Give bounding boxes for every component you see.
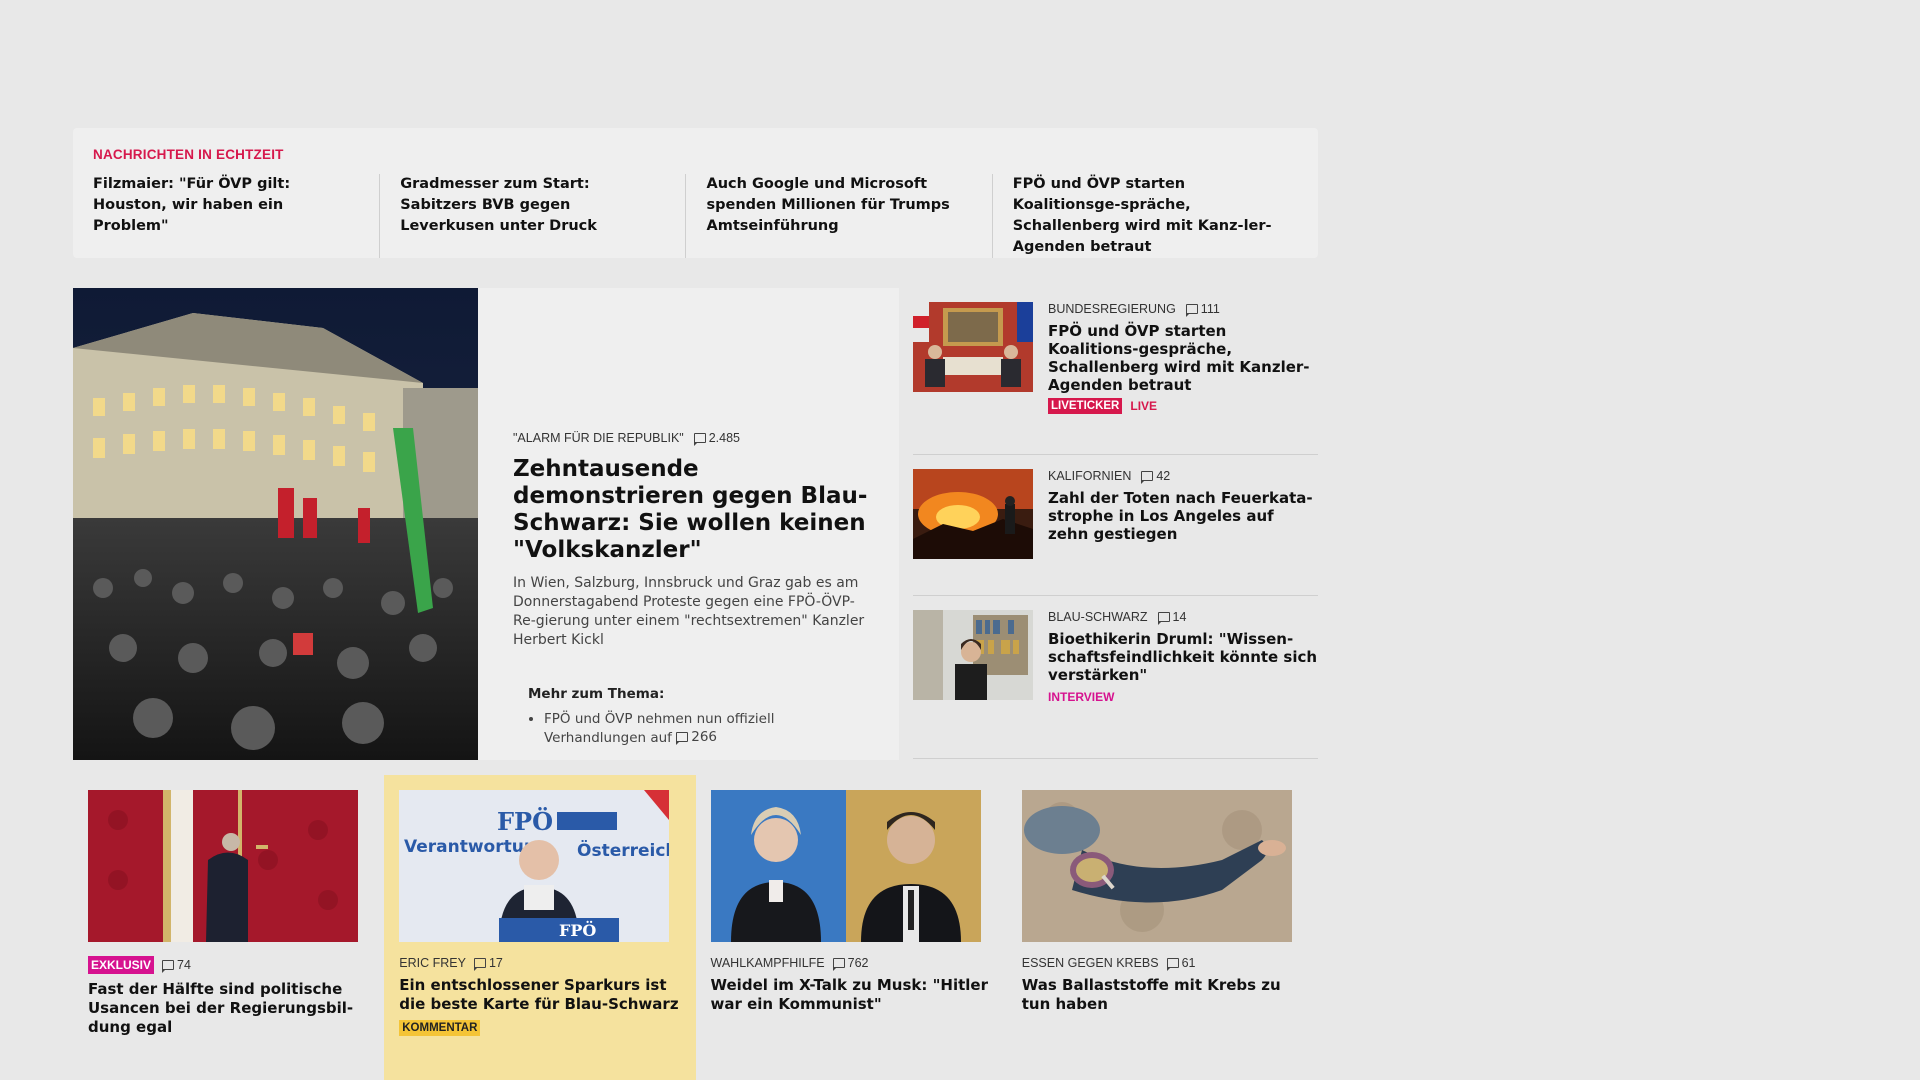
image-text: Österreich	[577, 839, 669, 861]
teaser-kicker: ESSEN GEGEN KREBS	[1021, 956, 1159, 970]
side-story[interactable]: BLAU-SCHWARZ 14 Bioethikerin Druml: "Wis…	[913, 596, 1318, 759]
liveticker-badge: LIVETICKER	[1048, 398, 1123, 414]
realtime-news-ticker: NACHRICHTEN IN ECHTZEIT Filzmaier: "Für …	[73, 128, 1318, 258]
comment-count[interactable]: 42	[1141, 469, 1171, 484]
lead-story-teaser: In Wien, Salzburg, Innsbruck und Graz ga…	[513, 575, 865, 648]
teaser-meta: ERIC FREY 17	[399, 956, 680, 971]
side-story-thumbnail[interactable]	[913, 469, 1033, 559]
side-story-meta: BUNDESREGIERUNG 111	[1048, 302, 1318, 317]
ticker-item[interactable]: FPÖ und ÖVP starten Koalitionsge-spräche…	[991, 174, 1298, 258]
side-stories: BUNDESREGIERUNG 111 FPÖ und ÖVP starten …	[913, 288, 1318, 759]
teaser-image[interactable]: FPÖ Verantwortung Österreich FPÖ	[399, 790, 670, 942]
comment-icon	[676, 732, 689, 745]
comment-icon	[473, 958, 486, 971]
live-badges: LIVETICKER LIVE	[1048, 398, 1318, 414]
comment-count-value: 266	[691, 729, 718, 745]
comment-icon	[693, 433, 706, 446]
teaser-image[interactable]	[710, 790, 981, 942]
side-story-kicker: KALIFORNIEN	[1048, 469, 1132, 483]
side-story-meta: KALIFORNIEN 42	[1048, 469, 1318, 484]
side-story-meta: BLAU-SCHWARZ 14	[1048, 610, 1318, 625]
comment-count-value: 17	[488, 956, 503, 970]
side-story-title[interactable]: Zahl der Toten nach Feuerkata-strophe in…	[1048, 489, 1318, 543]
page: NACHRICHTEN IN ECHTZEIT Filzmaier: "Für …	[0, 0, 1920, 1080]
ticker-list: Filzmaier: "Für ÖVP gilt: Houston, wir h…	[93, 174, 1298, 258]
side-story-kicker: BLAU-SCHWARZ	[1048, 610, 1148, 624]
teaser-title[interactable]: Ein entschlossener Sparkurs ist die best…	[399, 976, 680, 1014]
image-text: FPÖ	[497, 807, 553, 836]
teaser-image[interactable]	[88, 790, 358, 942]
comment-count-value: 14	[1172, 610, 1187, 624]
comment-count-value: 762	[847, 956, 869, 970]
live-label: LIVE	[1130, 399, 1158, 413]
comment-count-value: 111	[1200, 302, 1220, 316]
commentary-badge: KOMMENTAR	[399, 1020, 481, 1036]
side-story-title[interactable]: Bioethikerin Druml: "Wissen-schaftsfeind…	[1048, 630, 1318, 684]
teaser-title[interactable]: Was Ballaststoffe mit Krebs zu tun haben	[1022, 976, 1303, 1014]
related-topic-item[interactable]: FPÖ und ÖVP nehmen nun offiziell Verhand…	[544, 710, 869, 747]
side-story[interactable]: KALIFORNIEN 42 Zahl der Toten nach Feuer…	[913, 455, 1318, 596]
teaser-card[interactable]: ESSEN GEGEN KREBS 61 Was Ballaststoffe m…	[1007, 775, 1318, 1080]
comment-count-value: 74	[177, 958, 191, 972]
teaser-row: EXKLUSIV 74 Fast der Hälfte sind politis…	[73, 775, 1318, 1080]
related-topic-link[interactable]: FPÖ und ÖVP nehmen nun offiziell Verhand…	[544, 711, 775, 746]
teaser-card[interactable]: FPÖ Verantwortung Österreich FPÖ ERIC FR…	[384, 775, 696, 1080]
side-story-text: BUNDESREGIERUNG 111 FPÖ und ÖVP starten …	[1033, 302, 1318, 454]
lead-story-kicker: "ALARM FÜR DIE REPUBLIK"	[513, 431, 684, 445]
comment-count[interactable]: 17	[473, 956, 503, 971]
comment-icon	[1166, 958, 1179, 971]
comment-icon	[1185, 304, 1198, 317]
teaser-title[interactable]: Fast der Hälfte sind politische Usancen …	[88, 980, 369, 1037]
side-story-text: BLAU-SCHWARZ 14 Bioethikerin Druml: "Wis…	[1033, 610, 1318, 758]
comment-icon	[832, 958, 845, 971]
teaser-title[interactable]: Weidel im X-Talk zu Musk: "Hitler war ei…	[711, 976, 992, 1014]
ticker-item[interactable]: Filzmaier: "Für ÖVP gilt: Houston, wir h…	[93, 174, 379, 258]
teaser-meta: EXKLUSIV 74	[88, 956, 369, 974]
author-name[interactable]: ERIC FREY	[399, 956, 466, 970]
teaser-meta: ESSEN GEGEN KREBS 61	[1021, 956, 1303, 971]
comment-count[interactable]: 266	[676, 728, 717, 746]
lead-story[interactable]: "ALARM FÜR DIE REPUBLIK" 2.485 Zehntause…	[73, 288, 899, 760]
comment-count[interactable]: 762	[832, 956, 869, 971]
ticker-item[interactable]: Auch Google und Microsoft spenden Millio…	[685, 174, 991, 258]
interview-tag: INTERVIEW	[1048, 690, 1115, 704]
teaser-kicker: WAHLKAMPFHILFE	[710, 956, 825, 970]
teaser-card[interactable]: EXKLUSIV 74 Fast der Hälfte sind politis…	[73, 775, 384, 1080]
ticker-label: NACHRICHTEN IN ECHTZEIT	[93, 147, 284, 162]
exclusive-badge: EXKLUSIV	[88, 956, 155, 974]
teaser-meta: WAHLKAMPFHILFE 762	[710, 956, 992, 971]
related-topics-title: Mehr zum Thema:	[528, 686, 665, 702]
related-topics-list: FPÖ und ÖVP nehmen nun offiziell Verhand…	[528, 710, 869, 747]
side-story-title[interactable]: FPÖ und ÖVP starten Koalitions-gespräche…	[1048, 322, 1318, 394]
lead-story-title[interactable]: Zehntausende demonstrieren gegen Blau-Sc…	[513, 456, 869, 564]
teaser-card[interactable]: WAHLKAMPFHILFE 762 Weidel im X-Talk zu M…	[696, 775, 1007, 1080]
image-text: FPÖ	[559, 920, 596, 940]
ticker-item[interactable]: Gradmesser zum Start: Sabitzers BVB gege…	[379, 174, 685, 258]
comment-count[interactable]: 14	[1157, 610, 1187, 625]
comment-count[interactable]: 111	[1185, 302, 1220, 317]
side-story-thumbnail[interactable]	[913, 302, 1033, 392]
comment-count-value: 61	[1181, 956, 1196, 970]
teaser-image[interactable]	[1021, 790, 1292, 942]
side-story[interactable]: BUNDESREGIERUNG 111 FPÖ und ÖVP starten …	[913, 288, 1318, 455]
lead-story-meta: "ALARM FÜR DIE REPUBLIK" 2.485	[513, 431, 869, 446]
lead-story-body: "ALARM FÜR DIE REPUBLIK" 2.485 Zehntause…	[478, 288, 899, 760]
side-story-text: KALIFORNIEN 42 Zahl der Toten nach Feuer…	[1033, 469, 1318, 595]
side-story-thumbnail[interactable]	[913, 610, 1033, 700]
comment-count-value: 42	[1156, 469, 1171, 483]
comment-count[interactable]: 74	[162, 958, 191, 973]
comment-count-value: 2.485	[708, 431, 740, 445]
comment-icon	[162, 960, 175, 973]
lead-story-image[interactable]	[73, 288, 478, 760]
comment-count[interactable]: 2.485	[693, 431, 740, 446]
comment-icon	[1157, 612, 1170, 625]
related-topics: Mehr zum Thema: FPÖ und ÖVP nehmen nun o…	[513, 686, 869, 747]
side-story-kicker: BUNDESREGIERUNG	[1048, 302, 1176, 316]
comment-icon	[1141, 471, 1154, 484]
comment-count[interactable]: 61	[1166, 956, 1196, 971]
